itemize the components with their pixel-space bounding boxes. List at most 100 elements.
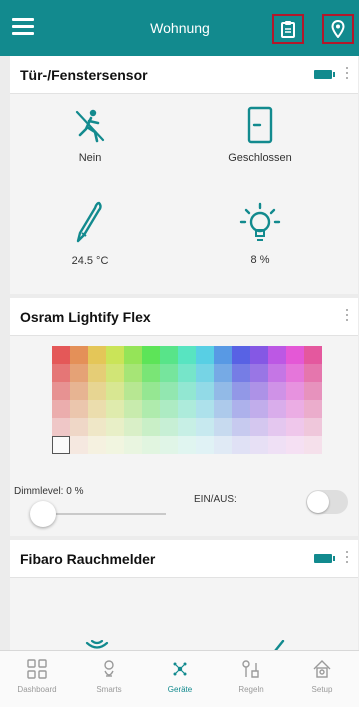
color-swatch[interactable] [196, 364, 214, 382]
color-swatch[interactable] [178, 364, 196, 382]
color-swatch[interactable] [196, 418, 214, 436]
color-swatch[interactable] [124, 346, 142, 364]
color-swatch[interactable] [304, 382, 322, 400]
color-swatch[interactable] [250, 418, 268, 436]
color-swatch[interactable] [196, 346, 214, 364]
color-swatch[interactable] [196, 436, 214, 454]
color-swatch[interactable] [106, 364, 124, 382]
more-options-icon[interactable] [346, 551, 349, 565]
color-swatch[interactable] [160, 364, 178, 382]
tab-smarts[interactable]: Smarts [74, 659, 144, 694]
color-swatch[interactable] [124, 418, 142, 436]
color-swatch[interactable] [52, 346, 70, 364]
color-swatch[interactable] [196, 382, 214, 400]
color-swatch[interactable] [214, 346, 232, 364]
location-button[interactable] [322, 14, 354, 44]
dimm-slider-track[interactable] [40, 513, 166, 515]
color-swatch[interactable] [304, 400, 322, 418]
color-swatch[interactable] [268, 382, 286, 400]
color-swatch[interactable] [70, 382, 88, 400]
color-swatch[interactable] [286, 382, 304, 400]
color-swatch[interactable] [124, 382, 142, 400]
tab-rules[interactable]: Regeln [216, 659, 286, 694]
more-options-icon[interactable] [346, 309, 349, 323]
color-swatch[interactable] [268, 436, 286, 454]
color-swatch[interactable] [70, 346, 88, 364]
color-swatch[interactable] [70, 436, 88, 454]
color-swatch[interactable] [160, 436, 178, 454]
color-swatch[interactable] [70, 418, 88, 436]
color-swatch[interactable] [88, 364, 106, 382]
color-swatch[interactable] [160, 346, 178, 364]
color-swatch[interactable] [88, 400, 106, 418]
more-options-icon[interactable] [346, 67, 349, 81]
color-swatch[interactable] [142, 346, 160, 364]
clipboard-button[interactable] [272, 14, 304, 44]
tab-dashboard[interactable]: Dashboard [2, 659, 72, 694]
color-swatch[interactable] [52, 364, 70, 382]
color-swatch[interactable] [286, 346, 304, 364]
color-swatch[interactable] [304, 436, 322, 454]
color-swatch[interactable] [178, 346, 196, 364]
color-swatch[interactable] [178, 418, 196, 436]
color-swatch[interactable] [232, 436, 250, 454]
color-swatch[interactable] [232, 346, 250, 364]
color-swatch[interactable] [214, 400, 232, 418]
color-swatch[interactable] [250, 346, 268, 364]
color-palette[interactable] [52, 346, 322, 454]
color-swatch[interactable] [286, 364, 304, 382]
color-swatch[interactable] [232, 400, 250, 418]
color-swatch[interactable] [160, 382, 178, 400]
color-swatch[interactable] [160, 400, 178, 418]
dimm-slider-thumb[interactable] [30, 501, 56, 527]
color-swatch[interactable] [250, 400, 268, 418]
color-swatch[interactable] [232, 418, 250, 436]
color-swatch[interactable] [268, 418, 286, 436]
color-swatch[interactable] [178, 382, 196, 400]
color-swatch[interactable] [70, 364, 88, 382]
color-swatch[interactable] [106, 346, 124, 364]
color-swatch[interactable] [142, 382, 160, 400]
color-swatch[interactable] [142, 436, 160, 454]
color-swatch[interactable] [304, 346, 322, 364]
color-swatch[interactable] [286, 436, 304, 454]
color-swatch[interactable] [160, 418, 178, 436]
color-swatch[interactable] [268, 364, 286, 382]
color-swatch[interactable] [106, 382, 124, 400]
color-swatch[interactable] [52, 418, 70, 436]
color-swatch[interactable] [142, 418, 160, 436]
color-swatch[interactable] [304, 418, 322, 436]
color-swatch[interactable] [178, 436, 196, 454]
hamburger-icon[interactable] [12, 18, 34, 36]
color-swatch[interactable] [70, 400, 88, 418]
color-swatch[interactable] [250, 382, 268, 400]
color-swatch[interactable] [88, 436, 106, 454]
color-swatch[interactable] [232, 382, 250, 400]
color-swatch[interactable] [88, 346, 106, 364]
color-swatch[interactable] [214, 364, 232, 382]
color-swatch[interactable] [142, 364, 160, 382]
selected-color-swatch[interactable] [52, 436, 70, 454]
color-swatch[interactable] [250, 364, 268, 382]
color-swatch[interactable] [250, 436, 268, 454]
color-swatch[interactable] [106, 400, 124, 418]
color-swatch[interactable] [88, 382, 106, 400]
color-swatch[interactable] [178, 400, 196, 418]
color-swatch[interactable] [124, 436, 142, 454]
color-swatch[interactable] [196, 400, 214, 418]
color-swatch[interactable] [124, 364, 142, 382]
color-swatch[interactable] [106, 436, 124, 454]
color-swatch[interactable] [214, 436, 232, 454]
tab-setup[interactable]: Setup [287, 659, 357, 694]
color-swatch[interactable] [142, 400, 160, 418]
color-swatch[interactable] [232, 364, 250, 382]
color-swatch[interactable] [286, 418, 304, 436]
power-toggle[interactable] [306, 490, 348, 514]
color-swatch[interactable] [214, 382, 232, 400]
color-swatch[interactable] [106, 418, 124, 436]
color-swatch[interactable] [88, 418, 106, 436]
tab-devices[interactable]: Geräte [145, 659, 215, 694]
color-swatch[interactable] [214, 418, 232, 436]
color-swatch[interactable] [268, 400, 286, 418]
color-swatch[interactable] [124, 400, 142, 418]
